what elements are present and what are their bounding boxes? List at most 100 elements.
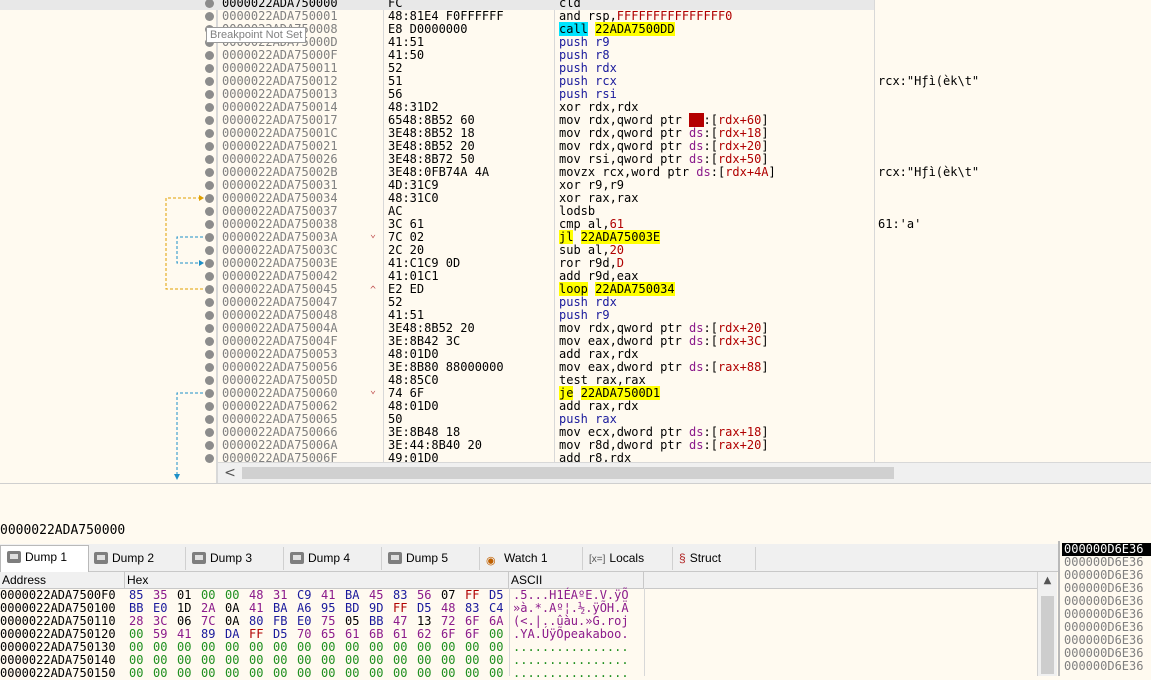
hex-byte[interactable]: 00 — [129, 654, 153, 666]
stack-row[interactable]: 000000D6E36 — [1064, 660, 1143, 673]
hex-byte[interactable]: 0A — [225, 615, 249, 627]
hex-byte[interactable]: 3C — [153, 615, 177, 627]
hex-byte[interactable]: 00 — [345, 667, 369, 679]
hex-byte[interactable]: 95 — [321, 602, 345, 614]
hex-byte[interactable]: 65 — [321, 628, 345, 640]
breakpoint-icon[interactable] — [205, 12, 214, 21]
hex-byte[interactable]: 2A — [201, 602, 225, 614]
hex-byte[interactable]: 00 — [441, 667, 465, 679]
hex-byte[interactable]: 6B — [369, 628, 393, 640]
hex-byte[interactable]: 00 — [441, 654, 465, 666]
tab-locals[interactable]: [x=] Locals — [583, 547, 673, 570]
breakpoint-icon[interactable] — [205, 441, 214, 450]
hex-byte[interactable]: C9 — [297, 589, 321, 601]
breakpoint-icon[interactable] — [205, 233, 214, 242]
hex-byte[interactable]: BA — [345, 589, 369, 601]
breakpoint-icon[interactable] — [205, 337, 214, 346]
breakpoint-icon[interactable] — [205, 142, 214, 151]
hex-byte[interactable]: 00 — [249, 654, 273, 666]
scroll-up-icon[interactable]: ▲ — [1040, 574, 1055, 588]
hex-byte[interactable]: 35 — [153, 589, 177, 601]
hex-byte[interactable]: 00 — [225, 641, 249, 653]
address-column-header[interactable]: Address — [0, 572, 125, 588]
hex-byte[interactable]: 00 — [369, 654, 393, 666]
hex-byte[interactable]: 00 — [129, 667, 153, 679]
hex-byte[interactable]: 00 — [321, 667, 345, 679]
tab-dump-1[interactable]: Dump 1 — [0, 545, 89, 572]
tab-dump-4[interactable]: Dump 4 — [284, 547, 382, 570]
hex-byte[interactable]: 6F — [465, 628, 489, 640]
hex-byte[interactable]: 00 — [489, 654, 513, 666]
hex-byte[interactable]: D5 — [489, 589, 513, 601]
hex-byte[interactable]: 00 — [201, 589, 225, 601]
hex-byte[interactable]: 00 — [321, 641, 345, 653]
breakpoint-icon[interactable] — [205, 90, 214, 99]
breakpoint-icon[interactable] — [205, 415, 214, 424]
hex-byte[interactable]: 00 — [177, 641, 201, 653]
hex-byte[interactable]: 48 — [441, 602, 465, 614]
hex-byte[interactable]: 00 — [225, 654, 249, 666]
hex-byte[interactable]: 00 — [129, 628, 153, 640]
hex-byte[interactable]: 00 — [417, 654, 441, 666]
hex-byte[interactable]: 00 — [153, 667, 177, 679]
hex-byte[interactable]: 05 — [345, 615, 369, 627]
breakpoint-icon[interactable] — [205, 402, 214, 411]
hex-byte[interactable]: 6F — [441, 628, 465, 640]
hex-byte[interactable]: 00 — [465, 667, 489, 679]
tab-struct[interactable]: § Struct — [673, 547, 756, 570]
hex-byte[interactable]: 47 — [393, 615, 417, 627]
hex-byte[interactable]: 00 — [369, 641, 393, 653]
hex-byte[interactable]: FB — [273, 615, 297, 627]
hex-byte[interactable]: 00 — [441, 641, 465, 653]
hex-byte[interactable]: 9D — [369, 602, 393, 614]
hex-byte[interactable]: BB — [129, 602, 153, 614]
hex-byte[interactable]: 61 — [393, 628, 417, 640]
hex-byte[interactable]: 6F — [465, 615, 489, 627]
hex-byte[interactable]: 80 — [249, 615, 273, 627]
hex-byte[interactable]: 00 — [489, 641, 513, 653]
hex-byte[interactable]: 70 — [297, 628, 321, 640]
hex-byte[interactable]: E0 — [153, 602, 177, 614]
hex-byte[interactable]: 06 — [177, 615, 201, 627]
hex-byte[interactable]: 01 — [177, 589, 201, 601]
breakpoint-icon[interactable] — [205, 116, 214, 125]
breakpoint-icon[interactable] — [205, 324, 214, 333]
hex-byte[interactable]: 83 — [465, 602, 489, 614]
breakpoint-icon[interactable] — [205, 220, 214, 229]
hex-column-header[interactable]: Hex — [125, 572, 509, 588]
hex-byte[interactable]: 00 — [201, 641, 225, 653]
breakpoint-icon[interactable] — [205, 259, 214, 268]
hex-byte[interactable]: DA — [225, 628, 249, 640]
memory-dump-view[interactable]: Address Hex ASCII 0000022ADA7500F0 85 35 01… — [0, 572, 1058, 679]
horizontal-scrollbar[interactable]: < — [218, 462, 1151, 483]
hex-byte[interactable]: 00 — [153, 654, 177, 666]
vertical-scrollbar[interactable]: ▲ — [1037, 572, 1057, 676]
hex-byte[interactable]: 61 — [345, 628, 369, 640]
hex-byte[interactable]: 00 — [393, 654, 417, 666]
hex-byte[interactable]: 00 — [465, 641, 489, 653]
breakpoint-icon[interactable] — [205, 168, 214, 177]
breakpoint-icon[interactable] — [205, 298, 214, 307]
breakpoint-icon[interactable] — [205, 285, 214, 294]
breakpoint-icon[interactable] — [205, 0, 214, 8]
hex-byte[interactable]: 00 — [225, 667, 249, 679]
hex-byte[interactable]: 07 — [441, 589, 465, 601]
hex-byte[interactable]: 59 — [153, 628, 177, 640]
hex-byte[interactable]: D5 — [417, 602, 441, 614]
tab-dump-5[interactable]: Dump 5 — [382, 547, 480, 570]
hex-byte[interactable]: 00 — [273, 654, 297, 666]
hex-byte[interactable]: 62 — [417, 628, 441, 640]
hex-byte[interactable]: C4 — [489, 602, 513, 614]
hex-byte[interactable]: 00 — [273, 641, 297, 653]
stack-view[interactable]: 000000D6E36 000000D6E36 000000D6E36 000000D… — [1058, 541, 1151, 676]
hex-byte[interactable]: 41 — [321, 589, 345, 601]
hex-byte[interactable]: 00 — [345, 654, 369, 666]
breakpoint-icon[interactable] — [205, 64, 214, 73]
breakpoint-icon[interactable] — [205, 389, 214, 398]
hex-byte[interactable]: 1D — [177, 602, 201, 614]
hex-byte[interactable]: 41 — [177, 628, 201, 640]
hex-byte[interactable]: 48 — [249, 589, 273, 601]
hex-byte[interactable]: BA — [273, 602, 297, 614]
tab-dump-2[interactable]: Dump 2 — [88, 547, 186, 570]
breakpoint-icon[interactable] — [205, 376, 214, 385]
